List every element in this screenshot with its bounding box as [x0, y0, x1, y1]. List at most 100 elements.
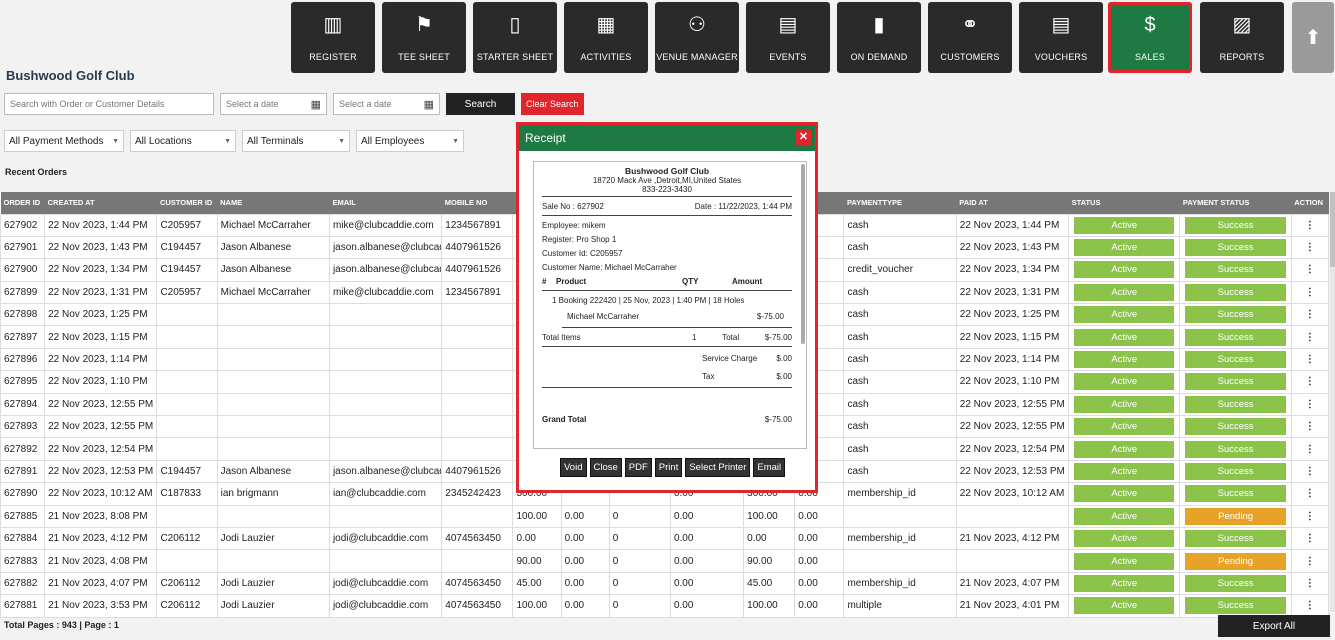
table-row[interactable]: 627884 21 Nov 2023, 4:12 PM C206112 Jodi La… [0, 526, 1330, 551]
table-cell: 0 [608, 549, 671, 573]
table-cell: 22 Nov 2023, 1:25 PM [44, 303, 158, 327]
table-cell: cash [843, 235, 957, 260]
payment-status-cell: Success [1179, 459, 1292, 484]
terminal-select[interactable]: All Terminals ▼ [242, 130, 350, 152]
nav-register-button[interactable]: ▥ REGISTER [291, 2, 375, 73]
table-cell: 45.00 [512, 571, 562, 596]
nav-reports-button[interactable]: ▨ REPORTS [1200, 2, 1284, 73]
row-actions-icon[interactable]: ⋮ [1290, 303, 1330, 327]
table-cell: 0 [608, 526, 671, 551]
row-actions-icon[interactable]: ⋮ [1290, 347, 1330, 372]
table-row[interactable]: 627882 21 Nov 2023, 4:07 PM C206112 Jodi La… [0, 571, 1330, 596]
void-button[interactable]: Void [560, 458, 587, 477]
nav-activities-button[interactable]: ▦ ACTIVITIES [564, 2, 648, 73]
table-cell: 22 Nov 2023, 12:54 PM [955, 437, 1070, 461]
table-cell: 2345242423 [441, 482, 514, 506]
table-cell [216, 437, 330, 461]
print-button[interactable]: Print [654, 458, 683, 477]
row-actions-icon[interactable]: ⋮ [1290, 549, 1330, 573]
table-cell: 22 Nov 2023, 1:43 PM [44, 235, 158, 260]
end-date-picker[interactable]: Select a date ▦ [333, 93, 440, 115]
search-button[interactable]: Search [446, 93, 515, 115]
table-cell: 4407961526 [441, 235, 514, 260]
table-cell [156, 437, 218, 461]
nav-sales-button[interactable]: $ SALES [1108, 2, 1192, 73]
nav-on-demand-button[interactable]: ▮ ON DEMAND [837, 2, 921, 73]
table-cell [441, 437, 514, 461]
scroll-up-icon[interactable]: ⬆ [1292, 2, 1334, 73]
nav-starter-sheet-button[interactable]: ▯ STARTER SHEET [473, 2, 557, 73]
table-row[interactable]: 627881 21 Nov 2023, 3:53 PM C206112 Jodi La… [0, 594, 1330, 618]
voucher-icon: ▤ [1051, 14, 1071, 36]
scrollbar-thumb[interactable] [1330, 192, 1335, 267]
row-actions-icon[interactable]: ⋮ [1290, 213, 1330, 237]
pdf-button[interactable]: PDF [624, 458, 652, 477]
table-cell: 627884 [0, 526, 46, 551]
status-cell: Active [1068, 482, 1181, 506]
section-title: Recent Orders [5, 167, 68, 177]
row-actions-icon[interactable]: ⋮ [1290, 370, 1330, 394]
table-row[interactable]: 627885 21 Nov 2023, 8:08 PM 100.00 0.00 0 0.0… [0, 504, 1330, 528]
table-cell: 22 Nov 2023, 1:14 PM [44, 347, 158, 372]
row-actions-icon[interactable]: ⋮ [1290, 392, 1330, 417]
row-actions-icon[interactable]: ⋮ [1290, 235, 1330, 260]
table-cell [441, 370, 514, 394]
receipt-item-name: Michael McCarraher [567, 311, 640, 321]
table-cell: 0.00 [794, 549, 845, 573]
grand-total-label: Grand Total [542, 414, 587, 424]
table-cell: ian@clubcaddie.com [328, 482, 443, 506]
money-icon: $ [1144, 14, 1156, 36]
export-all-button[interactable]: Export All [1218, 615, 1330, 637]
payment-status-badge: Pending [1185, 552, 1286, 570]
payment-status-cell: Success [1179, 325, 1292, 349]
nav-venue-manager-button[interactable]: ⚇ VENUE MANAGER [655, 2, 739, 73]
row-actions-icon[interactable]: ⋮ [1290, 504, 1330, 528]
payment-status-badge: Success [1185, 373, 1286, 391]
table-row[interactable]: 627883 21 Nov 2023, 4:08 PM 90.00 0.00 0 0.00… [0, 549, 1330, 573]
start-date-picker[interactable]: Select a date ▦ [220, 93, 327, 115]
select-value: All Terminals [247, 135, 304, 147]
nav-vouchers-button[interactable]: ▤ VOUCHERS [1019, 2, 1103, 73]
close-icon[interactable]: ✕ [796, 130, 811, 145]
pagination-info: Total Pages : 943 | Page : 1 [4, 620, 119, 630]
row-actions-icon[interactable]: ⋮ [1290, 459, 1330, 484]
payment-method-select[interactable]: All Payment Methods ▼ [4, 130, 124, 152]
payment-status-badge: Success [1185, 440, 1286, 458]
row-actions-icon[interactable]: ⋮ [1290, 415, 1330, 439]
table-cell [328, 549, 443, 573]
table-cell: 0.00 [560, 549, 610, 573]
row-actions-icon[interactable]: ⋮ [1290, 482, 1330, 506]
row-actions-icon[interactable]: ⋮ [1290, 571, 1330, 596]
table-cell: 22 Nov 2023, 1:44 PM [44, 213, 158, 237]
order-search-input[interactable] [4, 93, 214, 115]
table-cell: ian brigmann [216, 482, 330, 506]
employee-select[interactable]: All Employees ▼ [356, 130, 464, 152]
table-scrollbar[interactable] [1330, 192, 1335, 612]
row-actions-icon[interactable]: ⋮ [1290, 526, 1330, 551]
location-select[interactable]: All Locations ▼ [130, 130, 236, 152]
table-cell: jodi@clubcaddie.com [328, 526, 443, 551]
nav-customers-button[interactable]: ⚭ CUSTOMERS [928, 2, 1012, 73]
table-cell [156, 415, 218, 439]
column-header: CUSTOMER ID [156, 192, 218, 214]
nav-events-button[interactable]: ▤ EVENTS [746, 2, 830, 73]
row-actions-icon[interactable]: ⋮ [1290, 258, 1330, 282]
nav-tee-sheet-button[interactable]: ⚑ TEE SHEET [382, 2, 466, 73]
service-charge: $.00 [776, 353, 792, 363]
status-badge: Active [1074, 597, 1175, 615]
status-cell: Active [1068, 235, 1181, 260]
col-qty: QTY [682, 276, 699, 286]
close-button[interactable]: Close [589, 458, 622, 477]
select-printer-button[interactable]: Select Printer [685, 458, 751, 477]
row-actions-icon[interactable]: ⋮ [1290, 280, 1330, 305]
row-actions-icon[interactable]: ⋮ [1290, 437, 1330, 461]
email-button[interactable]: Email [753, 458, 786, 477]
status-cell: Active [1068, 280, 1181, 305]
row-actions-icon[interactable]: ⋮ [1290, 325, 1330, 349]
row-actions-icon[interactable]: ⋮ [1290, 594, 1330, 618]
nav-label: CUSTOMERS [940, 52, 1000, 62]
table-cell: Jason Albanese [216, 258, 330, 282]
payment-status-badge: Success [1185, 485, 1286, 503]
clear-search-button[interactable]: Clear Search [521, 93, 584, 115]
receipt-scrollbar[interactable] [801, 164, 805, 344]
